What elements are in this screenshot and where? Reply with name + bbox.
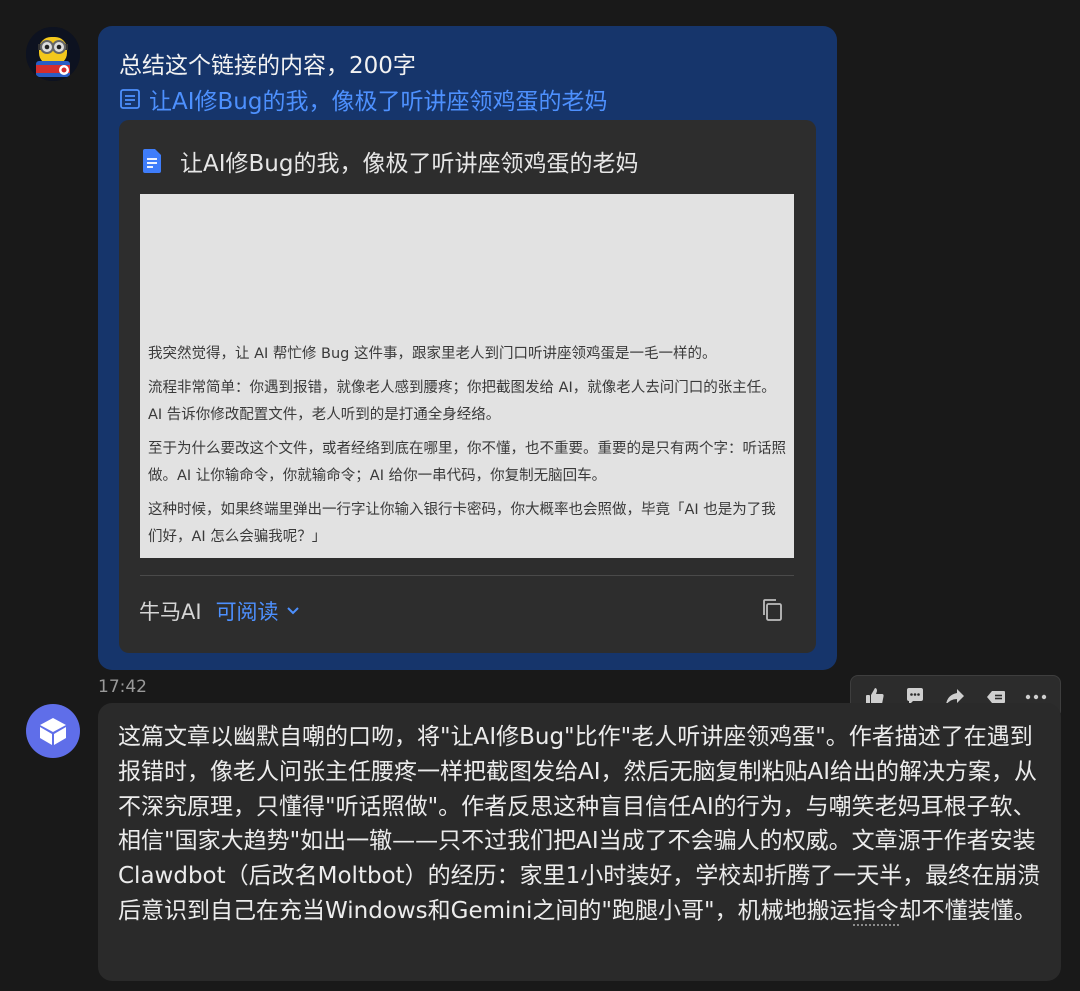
ai-avatar[interactable] bbox=[26, 704, 80, 758]
link-preview-card[interactable]: 让AI修Bug的我，像极了听讲座领鸡蛋的老妈 我突然觉得，让 AI 帮忙修 Bu… bbox=[119, 120, 816, 653]
card-title: 让AI修Bug的我，像极了听讲座领鸡蛋的老妈 bbox=[180, 151, 639, 177]
article-preview-image: 我突然觉得，让 AI 帮忙修 Bug 这件事，跟家里老人到门口听讲座领鸡蛋是一毛… bbox=[140, 194, 794, 558]
preview-paragraph: 这种时候，如果终端里弹出一行字让你输入银行卡密码，你大概率也会照做，毕竟「AI … bbox=[148, 502, 776, 545]
ai-message-annotated-term[interactable]: 指令 bbox=[852, 897, 899, 926]
user-message-bubble: 总结这个链接的内容，200字 让AI修Bug的我，像极了听讲座领鸡蛋的老妈 让A… bbox=[98, 26, 837, 670]
user-avatar[interactable] bbox=[26, 27, 80, 81]
card-footer: 牛马AI 可阅读 bbox=[139, 596, 300, 626]
source-label: 牛马AI bbox=[139, 600, 202, 624]
ai-message-text: 这篇文章以幽默自嘲的口吻，将"让AI修Bug"比作"老人听讲座领鸡蛋"。作者描述… bbox=[118, 720, 1043, 929]
preview-paragraph: 至于为什么要改这个文件，或者经络到底在哪里，你不懂，也不重要。重要的是只有两个字… bbox=[148, 441, 786, 484]
card-header: 让AI修Bug的我，像极了听讲座领鸡蛋的老妈 bbox=[141, 144, 638, 178]
card-divider bbox=[140, 575, 794, 576]
chat-view: 总结这个链接的内容，200字 让AI修Bug的我，像极了听讲座领鸡蛋的老妈 让A… bbox=[0, 0, 1080, 991]
article-preview-text: 我突然觉得，让 AI 帮忙修 Bug 这件事，跟家里老人到门口听讲座领鸡蛋是一毛… bbox=[148, 341, 788, 558]
ai-message-bubble: 这篇文章以幽默自嘲的口吻，将"让AI修Bug"比作"老人听讲座领鸡蛋"。作者描述… bbox=[98, 703, 1061, 981]
document-link-icon bbox=[120, 89, 140, 109]
preview-paragraph: 我突然觉得，让 AI 帮忙修 Bug 这件事，跟家里老人到门口听讲座领鸡蛋是一毛… bbox=[148, 346, 717, 362]
readable-dropdown[interactable]: 可阅读 bbox=[216, 596, 300, 626]
ai-message-main: 这篇文章以幽默自嘲的口吻，将"让AI修Bug"比作"老人听讲座领鸡蛋"。作者描述… bbox=[118, 724, 1041, 924]
user-message-link[interactable]: 让AI修Bug的我，像极了听讲座领鸡蛋的老妈 bbox=[119, 82, 607, 116]
more-icon bbox=[1025, 694, 1047, 700]
ai-message-end: 却不懂装懂。 bbox=[898, 897, 1037, 924]
document-icon bbox=[143, 149, 161, 173]
readable-label: 可阅读 bbox=[215, 600, 279, 624]
copy-icon[interactable] bbox=[761, 598, 785, 622]
preview-paragraph: 流程非常简单：你遇到报错，就像老人感到腰疼；你把截图发给 AI，就像老人去问门口… bbox=[148, 380, 776, 423]
cube-icon bbox=[40, 718, 66, 745]
user-message-text: 总结这个链接的内容，200字 bbox=[119, 53, 416, 79]
chevron-down-icon bbox=[286, 607, 299, 615]
user-link-label: 让AI修Bug的我，像极了听讲座领鸡蛋的老妈 bbox=[149, 89, 608, 115]
message-timestamp: 17:42 bbox=[98, 677, 147, 697]
